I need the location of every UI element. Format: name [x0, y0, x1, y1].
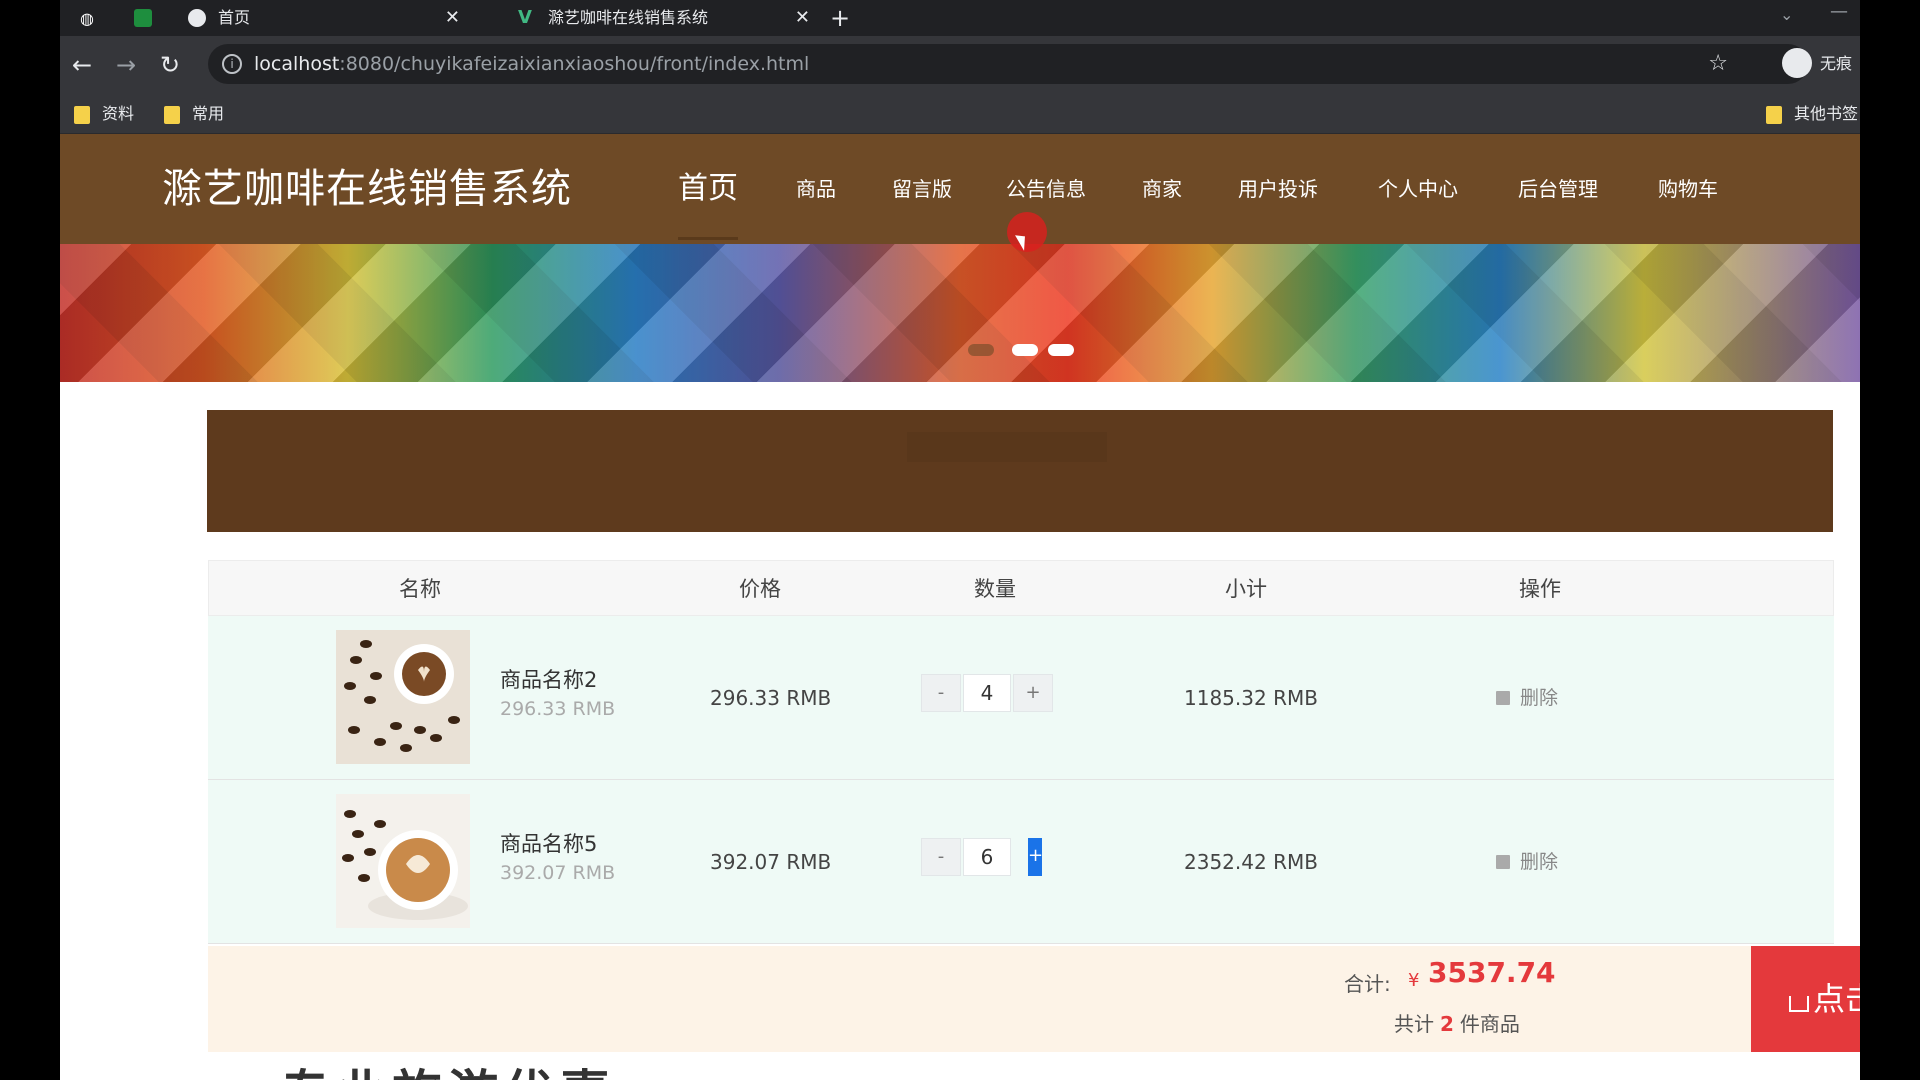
hero-banner — [60, 244, 1860, 382]
decrement-button[interactable]: - — [921, 674, 961, 712]
product-name[interactable]: 商品名称2 — [500, 664, 597, 694]
product-unit-price: 392.07 RMB — [500, 862, 616, 884]
carousel-dot[interactable] — [968, 344, 994, 356]
globe-icon[interactable]: ◍ — [76, 8, 98, 30]
profile-label: 无痕 — [1820, 54, 1853, 73]
star-icon[interactable]: ☆ — [1708, 44, 1728, 84]
carousel-dot[interactable] — [1012, 344, 1038, 356]
nav-cart[interactable]: 购物车 — [1658, 134, 1718, 244]
web-page: 滁艺咖啡在线销售系统 首页 商品 留言版 公告信息 商家 用户投诉 个人中心 后… — [60, 134, 1860, 1080]
cart-icon — [1788, 996, 1809, 1012]
folder-icon — [164, 105, 180, 124]
tab-home[interactable]: 首页 ✕ — [170, 0, 470, 36]
tab-strip: ◍ 首页 ✕ V 滁艺咖啡在线销售系统 ✕ + ⌄ — — [60, 0, 1860, 36]
url-text[interactable]: localhost:8080/chuyikafeizaixianxiaoshou… — [254, 44, 809, 84]
sheets-icon[interactable] — [134, 9, 152, 27]
banner-ghost-text — [907, 432, 1107, 462]
col-price: 价格 — [739, 577, 781, 601]
col-actions: 操作 — [1519, 577, 1561, 601]
other-bookmarks[interactable]: 其他书签 — [1766, 94, 1858, 134]
site-title: 滁艺咖啡在线销售系统 — [162, 166, 572, 212]
product-name[interactable]: 商品名称5 — [500, 828, 597, 858]
nav-complaints[interactable]: 用户投诉 — [1238, 134, 1318, 244]
nav-admin[interactable]: 后台管理 — [1518, 134, 1598, 244]
subtotal-cell: 1185.32 RMB — [1184, 686, 1318, 710]
decrement-button[interactable]: - — [921, 838, 961, 876]
col-name: 名称 — [399, 577, 441, 601]
folder-icon — [74, 105, 90, 124]
price-cell: 392.07 RMB — [710, 850, 832, 874]
site-header: 滁艺咖啡在线销售系统 首页 商品 留言版 公告信息 商家 用户投诉 个人中心 后… — [60, 134, 1860, 244]
forward-icon[interactable]: → — [116, 50, 136, 80]
table-row: 商品名称5 392.07 RMB 392.07 RMB - 6 + 2352.4… — [208, 780, 1834, 944]
address-bar[interactable]: i localhost:8080/chuyikafeizaixianxiaosh… — [208, 44, 1808, 84]
total-label: 合计: — [1344, 972, 1391, 996]
product-image[interactable] — [336, 794, 470, 928]
nav-messages[interactable]: 留言版 — [892, 134, 952, 244]
section-heading-partial: 专业旅游优惠 — [280, 1054, 616, 1080]
price-cell: 296.33 RMB — [710, 686, 832, 710]
currency-symbol: ¥ — [1408, 970, 1420, 991]
bookmark-folder[interactable]: 常用 — [164, 94, 224, 134]
tab-coffee-system[interactable]: V 滁艺咖啡在线销售系统 ✕ — [500, 0, 820, 36]
chevron-down-icon[interactable]: ⌄ — [1780, 0, 1793, 30]
trash-icon — [1496, 855, 1510, 869]
nav-merchants[interactable]: 商家 — [1142, 134, 1182, 244]
table-row: 商品名称2 296.33 RMB 296.33 RMB - 4 + 1185.3… — [208, 616, 1834, 780]
minimize-icon[interactable]: — — [1830, 0, 1848, 24]
right-black-bar — [1860, 0, 1920, 1080]
new-tab-button[interactable]: + — [830, 0, 850, 36]
cart-summary: 合计: ¥ 3537.74 共计2件商品 点击结算 — [208, 946, 1860, 1052]
vue-icon: V — [518, 7, 532, 28]
quantity-input[interactable]: 6 — [963, 838, 1011, 876]
nav-profile[interactable]: 个人中心 — [1378, 134, 1458, 244]
delete-button[interactable]: 删除 — [1496, 616, 1558, 780]
carousel-dot[interactable] — [1048, 344, 1074, 356]
browser-window: ◍ 首页 ✕ V 滁艺咖啡在线销售系统 ✕ + ⌄ — ← → ↻ i loca… — [60, 0, 1860, 1080]
folder-icon — [1766, 105, 1782, 124]
trash-icon — [1496, 691, 1510, 705]
item-count: 共计 2 件商品 — [1394, 1012, 1520, 1036]
incognito-avatar[interactable] — [1782, 48, 1812, 78]
subtotal-cell: 2352.42 RMB — [1184, 850, 1318, 874]
nav-products[interactable]: 商品 — [796, 134, 836, 244]
col-subtotal: 小计 — [1225, 577, 1267, 601]
back-icon[interactable]: ← — [72, 50, 92, 80]
nav-home[interactable]: 首页 — [678, 134, 738, 244]
browser-toolbar: ← → ↻ i localhost:8080/chuyikafeizaixian… — [60, 36, 1860, 94]
table-header: 名称 价格 数量 小计 操作 — [208, 560, 1834, 616]
increment-button[interactable]: + — [1028, 838, 1043, 876]
product-image[interactable] — [336, 630, 470, 764]
left-black-bar — [0, 0, 60, 1080]
close-icon[interactable]: ✕ — [445, 0, 460, 36]
mouse-cursor-icon — [1007, 212, 1047, 252]
bookmark-folder[interactable]: 资料 — [74, 94, 134, 134]
increment-button[interactable]: + — [1013, 674, 1053, 712]
info-icon[interactable]: i — [222, 54, 242, 74]
total-amount: 3537.74 — [1428, 956, 1556, 989]
cart-title-banner — [207, 410, 1833, 532]
bookmarks-bar: 资料 常用 其他书签 — [60, 94, 1860, 134]
product-unit-price: 296.33 RMB — [500, 698, 616, 720]
globe-icon — [188, 9, 206, 27]
reload-icon[interactable]: ↻ — [160, 50, 180, 80]
close-icon[interactable]: ✕ — [795, 0, 810, 36]
delete-button[interactable]: 删除 — [1496, 780, 1558, 944]
checkout-button[interactable]: 点击结算 — [1751, 946, 1860, 1052]
col-quantity: 数量 — [974, 577, 1016, 601]
tab-title: 滁艺咖啡在线销售系统 — [548, 8, 709, 27]
tab-title: 首页 — [218, 8, 251, 27]
quantity-input[interactable]: 4 — [963, 674, 1011, 712]
